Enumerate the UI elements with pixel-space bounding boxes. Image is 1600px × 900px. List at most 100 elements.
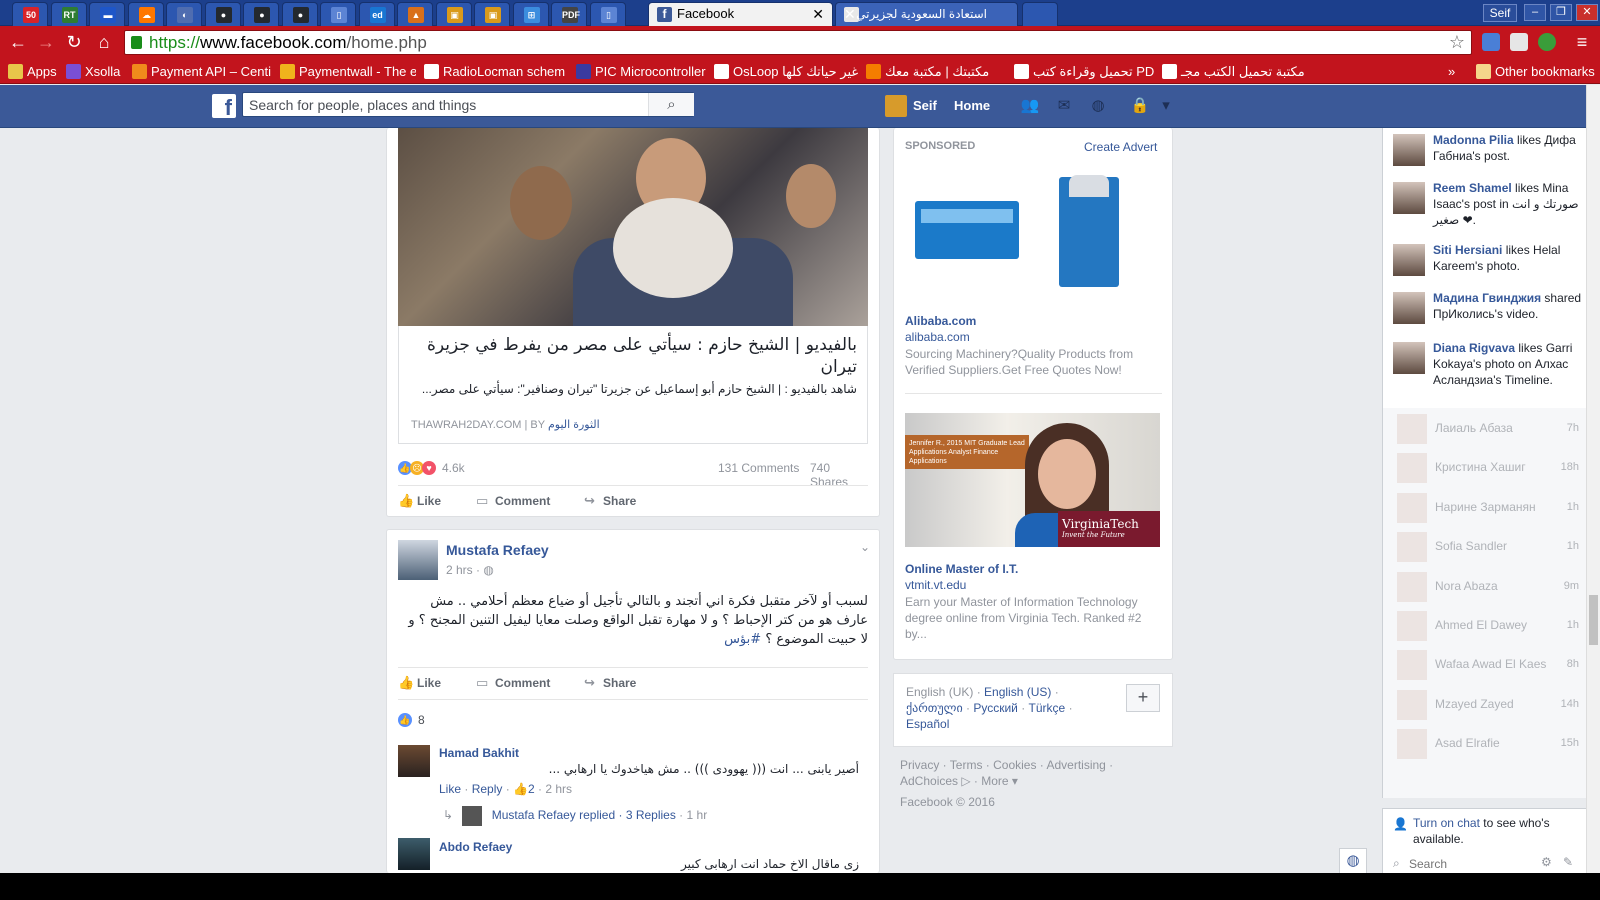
bookmark-item[interactable]: OsLoop غير حياتك كلها [714,63,858,80]
pinned-tab[interactable]: 50 [12,2,48,26]
ad-description[interactable]: Earn your Master of Information Technolo… [905,594,1155,642]
chat-contact[interactable]: Нарине Зарманян 1h [1393,491,1583,523]
post-time[interactable]: 2 hrs · ◍ [446,563,494,577]
privacy-shortcuts-icon[interactable]: 🔒 [1130,97,1150,115]
pinned-tab[interactable]: ● [204,2,241,26]
bookmark-item[interactable]: RadioLocman schem [424,63,568,80]
bookmark-item[interactable]: PIC Microcontroller F [576,63,706,80]
language-link[interactable]: Русский [973,701,1018,715]
ad-url[interactable]: alibaba.com [905,330,970,344]
address-bar[interactable]: https://www.facebook.com/home.php ☆ [124,30,1472,55]
facebook-search-input[interactable] [242,92,694,117]
forward-arrow-icon[interactable]: → [36,32,56,52]
comment-reply-button[interactable]: Reply [472,782,503,796]
bookmark-item[interactable]: Payment API – Centi [132,63,272,80]
pinned-tab[interactable]: PDF [551,2,587,26]
pinned-tab[interactable]: ed [358,2,395,26]
ad-image-machinery[interactable] [905,175,1155,295]
pinned-tab[interactable]: ☁ [127,2,164,26]
close-window-button[interactable]: ✕ [1576,4,1598,21]
comment-author[interactable]: Hamad Bakhit [439,746,519,760]
ad-description[interactable]: Sourcing Machinery?Quality Products from… [905,346,1155,378]
ad-url[interactable]: vtmit.vt.edu [905,578,966,592]
post-options-chevron-icon[interactable]: ⌄ [860,540,870,554]
ad-image-virginia-tech[interactable]: Jennifer R., 2015 MIT Graduate Lead Appl… [905,413,1160,547]
chat-contact[interactable]: Asad Elrafie 15h [1393,727,1583,760]
replies-link[interactable]: Mustafa Refaey replied · 3 Replies [492,808,676,822]
hashtag-link[interactable]: #بؤس [724,632,761,647]
create-advert-link[interactable]: Create Advert [1084,140,1157,154]
pinned-tab[interactable]: ◐ [166,2,202,26]
globe-icon[interactable]: ◍ [1339,848,1367,873]
facebook-logo-icon[interactable]: f [212,94,236,120]
post-author[interactable]: Mustafa Refaey [446,542,549,558]
tab-close-icon[interactable]: ✕ [812,3,824,25]
minimize-button[interactable]: – [1524,4,1546,21]
comment-like-count[interactable]: 👍2 [513,782,535,796]
author-avatar[interactable] [398,540,438,580]
maximize-button[interactable]: ❐ [1550,4,1572,21]
tab-close-icon[interactable]: ✕ [844,3,856,25]
commenter-avatar[interactable] [398,838,430,870]
globe-extension-icon[interactable] [1538,33,1556,51]
comment-count[interactable]: 131 Comments [718,461,799,475]
bookmark-item[interactable]: Xsolla [66,63,128,80]
pinned-tab[interactable]: ● [243,2,279,26]
cube-extension-icon[interactable] [1510,33,1528,51]
ad-title[interactable]: Alibaba.com [905,314,976,328]
link-preview-image[interactable] [398,128,868,326]
reaction-count[interactable]: 4.6k [442,461,465,475]
ticker-name[interactable]: Мадина Гвинджия [1433,291,1541,305]
pinned-tab[interactable]: ● [281,2,318,26]
chat-contact[interactable]: Wafaa Awad El Kaes 8h [1393,648,1583,681]
account-menu-chevron-icon[interactable]: ▾ [1156,97,1176,115]
reload-icon[interactable]: ↻ [64,32,84,52]
messages-icon[interactable]: ✉ [1054,97,1074,115]
comment-button[interactable]: ▭ Comment [476,675,550,691]
language-link[interactable]: Türkçe [1029,701,1066,715]
notifications-globe-icon[interactable]: ◍ [1088,97,1108,115]
chat-contact[interactable]: Nora Abaza 9m [1393,570,1583,602]
compose-icon[interactable]: ✎ [1563,855,1573,869]
bookmark-item[interactable]: مكتبة تحميل الكتب مجـ [1162,63,1312,80]
bookmark-star-icon[interactable]: ☆ [1449,31,1465,54]
pinned-tab[interactable]: ⊞ [512,2,549,26]
chat-search-input[interactable] [1389,855,1539,873]
like-button[interactable]: 👍 Like [398,675,441,691]
footer-adchoices[interactable]: AdChoices ▷ · More ▾ [900,774,1018,788]
comment-like-button[interactable]: Like [439,782,461,796]
pinned-tab[interactable]: ▬ [89,2,125,26]
chat-contact[interactable]: Mzayed Zayed 14h [1393,688,1583,720]
tab-article[interactable]: استعادة السعودية لجزيرتي ✕ [835,2,1018,26]
scrollbar-thumb[interactable] [1589,595,1598,645]
search-icon[interactable]: ⌕ [648,93,694,116]
reaction-summary[interactable]: 👍 ☹ ♥ 4.6k 131 Comments 740 Shares [398,458,868,489]
tab-facebook[interactable]: f Facebook ✕ [648,2,833,26]
bookmark-item[interactable]: مكتبتك | مكتبة معك [866,63,1006,80]
footer-links[interactable]: Privacy · Terms · Cookies · Advertising … [900,758,1113,772]
ad-title[interactable]: Online Master of I.T. [905,562,1018,576]
profile-link[interactable]: Seif [885,94,937,118]
new-tab-button[interactable] [1022,2,1058,26]
friend-requests-icon[interactable]: 👥 [1020,97,1040,115]
chat-contact[interactable]: Ahmed El Dawey 1h [1393,609,1583,641]
pinned-tab[interactable]: RT [50,2,87,26]
pinned-tab[interactable]: ▣ [435,2,472,26]
pinned-tab[interactable]: ▣ [474,2,510,26]
chat-contact[interactable]: Кристина Хашиг 18h [1393,451,1583,484]
back-arrow-icon[interactable]: ← [8,32,28,52]
more-languages-button[interactable]: + [1126,684,1160,712]
share-button[interactable]: ↪ Share [584,493,636,509]
home-icon[interactable]: ⌂ [94,32,114,52]
profile-button[interactable]: Seif [1483,4,1517,22]
language-link[interactable]: ქართული [906,701,963,715]
home-link[interactable]: Home [954,94,990,118]
bookmark-item[interactable]: تحميل وقراءة كتب PDF [1014,63,1154,80]
ticker-name[interactable]: Siti Hersiani [1433,243,1502,257]
language-link[interactable]: Español [906,717,949,731]
comment-replies[interactable]: ↳ Mustafa Refaey replied · 3 Replies · 1… [443,806,707,826]
chat-contact[interactable]: Sofia Sandler 1h [1393,530,1583,563]
link-title[interactable]: بالفيديو | الشيخ حازم : سيأتي على مصر من… [411,334,857,378]
like-button[interactable]: 👍 Like [398,493,441,509]
gear-icon[interactable]: ⚙ [1541,855,1552,869]
